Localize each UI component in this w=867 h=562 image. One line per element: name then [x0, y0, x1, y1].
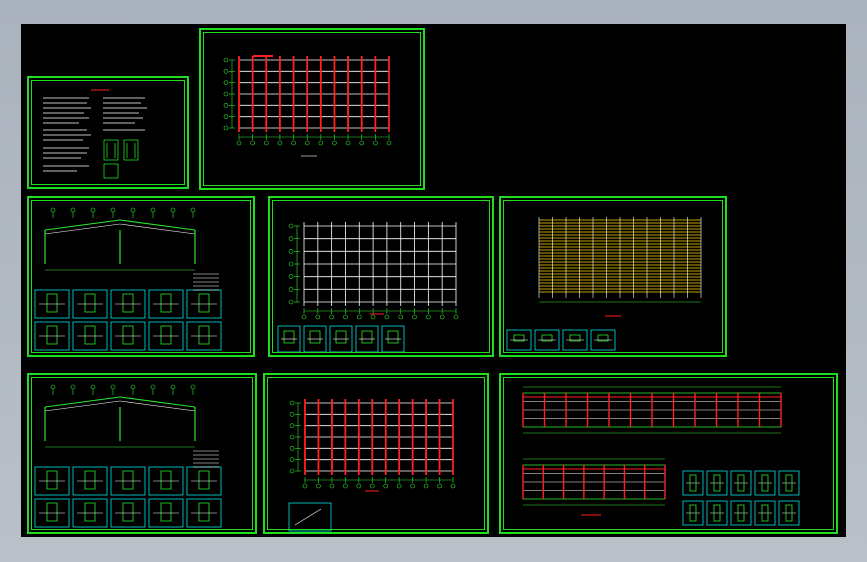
- notes-drawing: [43, 89, 147, 179]
- frame-details-drawing-2: [34, 384, 222, 528]
- elevations-drawing: [522, 386, 800, 526]
- purlin-plan-drawing: [506, 217, 702, 351]
- column-grid-drawing: [223, 55, 392, 157]
- sheet-frame-details-1[interactable]: [27, 196, 255, 357]
- sheet-purlin-plan[interactable]: [499, 196, 727, 357]
- sheet-elevations[interactable]: [499, 373, 838, 534]
- foundation-grid-drawing: [277, 222, 459, 353]
- sheet-roof-column-grid[interactable]: [199, 28, 425, 190]
- frame-details-drawing: [34, 207, 222, 351]
- sheet-foundation-grid[interactable]: [268, 196, 494, 357]
- sheet-bracing-grid[interactable]: [263, 373, 489, 534]
- sheet-design-notes[interactable]: [27, 76, 189, 189]
- bracing-grid-drawing: [288, 399, 456, 532]
- cad-drawing-viewport[interactable]: [21, 24, 846, 537]
- sheet-frame-details-2[interactable]: [27, 373, 257, 534]
